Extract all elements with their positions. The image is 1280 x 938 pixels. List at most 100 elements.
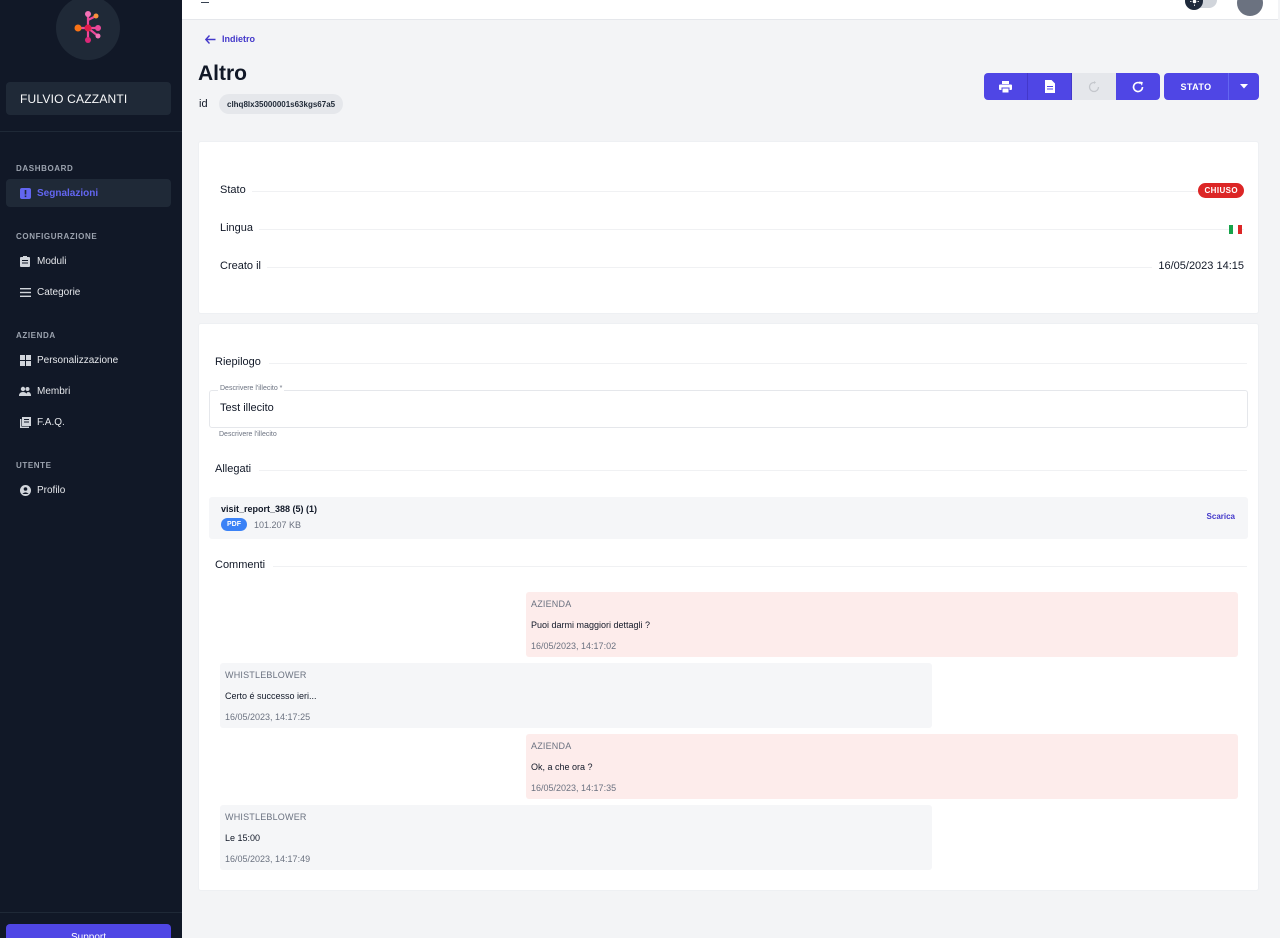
comment-item: WHISTLEBLOWER Certo é successo ieri... 1… bbox=[220, 663, 932, 728]
users-icon bbox=[19, 385, 31, 397]
user-name[interactable]: FULVIO CAZZANTI bbox=[6, 82, 171, 115]
file-type-badge: PDF bbox=[221, 518, 247, 531]
comment-time: 16/05/2023, 14:17:02 bbox=[531, 641, 617, 651]
sidebar-section-dashboard: DASHBOARD bbox=[16, 164, 74, 173]
sidebar-divider bbox=[0, 912, 182, 913]
grid-icon bbox=[19, 354, 31, 366]
illecito-field-help: Descrivere l'illecito bbox=[219, 431, 277, 438]
attachment-item: visit_report_388 (5) (1) PDF 101.207 KB … bbox=[209, 497, 1248, 539]
sidebar-item-label: Moduli bbox=[37, 255, 67, 267]
stato-label: Stato bbox=[220, 184, 252, 196]
commenti-title: Commenti bbox=[215, 559, 274, 571]
status-badge: CHIUSO bbox=[1198, 183, 1244, 198]
book-icon bbox=[19, 416, 31, 428]
alert-square-icon bbox=[19, 187, 31, 199]
theme-toggle[interactable] bbox=[1185, 0, 1217, 10]
sidebar-divider bbox=[0, 131, 182, 132]
history-button[interactable] bbox=[1072, 73, 1116, 100]
document-button[interactable] bbox=[1028, 73, 1072, 100]
menu-icon[interactable] bbox=[201, 2, 209, 3]
comment-time: 16/05/2023, 14:17:35 bbox=[531, 783, 617, 793]
action-button-group bbox=[984, 73, 1160, 100]
info-card: Stato CHIUSO Lingua Creato il 16/05/2023… bbox=[198, 141, 1259, 314]
download-link[interactable]: Scarica bbox=[1207, 512, 1235, 521]
user-avatar[interactable] bbox=[1237, 0, 1263, 16]
section-divider bbox=[215, 566, 1247, 567]
chevron-down-icon bbox=[1240, 84, 1248, 89]
comment-item: AZIENDA Ok, a che ora ? 16/05/2023, 14:1… bbox=[526, 734, 1238, 799]
illecito-field-label: Descrivere l'illecito * bbox=[218, 385, 285, 392]
illecito-field[interactable]: Descrivere l'illecito * Test illecito bbox=[209, 385, 1248, 428]
user-circle-icon bbox=[19, 484, 31, 496]
section-divider bbox=[215, 363, 1247, 364]
comment-text: Certo é successo ieri... bbox=[225, 691, 317, 701]
comment-text: Le 15:00 bbox=[225, 833, 261, 843]
top-bar bbox=[182, 0, 1278, 20]
row-divider bbox=[220, 267, 1244, 268]
id-chip: clhq8lx35000001s63kgs67a5 bbox=[219, 94, 344, 114]
section-divider bbox=[215, 470, 1247, 471]
printer-icon bbox=[999, 80, 1012, 93]
arrow-left-icon bbox=[205, 34, 216, 44]
sidebar-item-label: Categorie bbox=[37, 286, 81, 298]
id-label: id bbox=[199, 98, 208, 110]
refresh-button[interactable] bbox=[1116, 73, 1160, 100]
comment-time: 16/05/2023, 14:17:25 bbox=[225, 712, 311, 722]
comment-text: Puoi darmi maggiori dettagli ? bbox=[531, 620, 651, 630]
illecito-field-value: Test illecito bbox=[220, 402, 274, 414]
comment-item: AZIENDA Puoi darmi maggiori dettagli ? 1… bbox=[526, 592, 1238, 657]
row-divider bbox=[220, 229, 1244, 230]
sidebar-item-label: Profilo bbox=[37, 484, 66, 496]
history-icon bbox=[1088, 80, 1099, 92]
document-icon bbox=[1044, 80, 1055, 93]
stato-dropdown: STATO bbox=[1164, 73, 1259, 100]
commenti-heading: Commenti bbox=[215, 559, 1247, 575]
comment-item: WHISTLEBLOWER Le 15:00 16/05/2023, 14:17… bbox=[220, 805, 932, 870]
sidebar-item-membri[interactable]: Membri bbox=[6, 377, 171, 405]
sidebar-item-segnalazioni[interactable]: Segnalazioni bbox=[6, 179, 171, 207]
app-logo bbox=[56, 0, 120, 60]
sidebar-item-faq[interactable]: F.A.Q. bbox=[6, 408, 171, 436]
list-icon bbox=[19, 286, 31, 298]
print-button[interactable] bbox=[984, 73, 1028, 100]
sidebar-item-moduli[interactable]: Moduli bbox=[6, 247, 171, 275]
sidebar-item-personalizzazione[interactable]: Personalizzazione bbox=[6, 346, 171, 374]
stato-button[interactable]: STATO bbox=[1164, 73, 1228, 100]
comment-time: 16/05/2023, 14:17:49 bbox=[225, 854, 311, 864]
info-row-stato: Stato CHIUSO bbox=[220, 181, 1244, 201]
riepilogo-heading: Riepilogo bbox=[215, 356, 1247, 372]
sidebar-item-label: F.A.Q. bbox=[37, 416, 65, 428]
support-button[interactable]: Support bbox=[6, 924, 171, 938]
comment-author: AZIENDA bbox=[531, 741, 572, 751]
sidebar-item-profilo[interactable]: Profilo bbox=[6, 476, 171, 504]
info-row-lingua: Lingua bbox=[220, 219, 1244, 239]
sidebar-item-categorie[interactable]: Categorie bbox=[6, 278, 171, 306]
row-divider bbox=[220, 191, 1244, 192]
comment-text: Ok, a che ora ? bbox=[531, 762, 593, 772]
sidebar-section-configurazione: CONFIGURAZIONE bbox=[16, 232, 98, 241]
sidebar-item-label: Personalizzazione bbox=[37, 354, 119, 366]
refresh-icon bbox=[1132, 81, 1144, 92]
riepilogo-title: Riepilogo bbox=[215, 356, 269, 368]
attachment-size: 101.207 KB bbox=[254, 520, 302, 530]
clipboard-icon bbox=[19, 255, 31, 267]
sidebar: FULVIO CAZZANTI DASHBOARD Segnalazioni C… bbox=[0, 0, 182, 938]
comment-author: AZIENDA bbox=[531, 599, 572, 609]
comment-author: WHISTLEBLOWER bbox=[225, 812, 307, 822]
creato-value: 16/05/2023 14:15 bbox=[1152, 260, 1244, 272]
sun-icon bbox=[1185, 0, 1203, 10]
sidebar-section-azienda: AZIENDA bbox=[16, 331, 56, 340]
detail-card: Riepilogo Descrivere l'illecito * Test i… bbox=[198, 323, 1259, 891]
comment-author: WHISTLEBLOWER bbox=[225, 670, 307, 680]
creato-label: Creato il bbox=[220, 260, 267, 272]
back-link[interactable]: Indietro bbox=[205, 34, 255, 44]
back-label: Indietro bbox=[222, 34, 255, 44]
lingua-label: Lingua bbox=[220, 222, 260, 234]
stato-caret-button[interactable] bbox=[1228, 73, 1259, 100]
allegati-heading: Allegati bbox=[215, 463, 1247, 479]
page-title: Altro bbox=[198, 62, 247, 85]
italy-flag-icon bbox=[1229, 225, 1242, 234]
sidebar-item-label: Membri bbox=[37, 385, 71, 397]
sidebar-item-label: Segnalazioni bbox=[37, 187, 99, 199]
sidebar-section-utente: UTENTE bbox=[16, 461, 52, 470]
